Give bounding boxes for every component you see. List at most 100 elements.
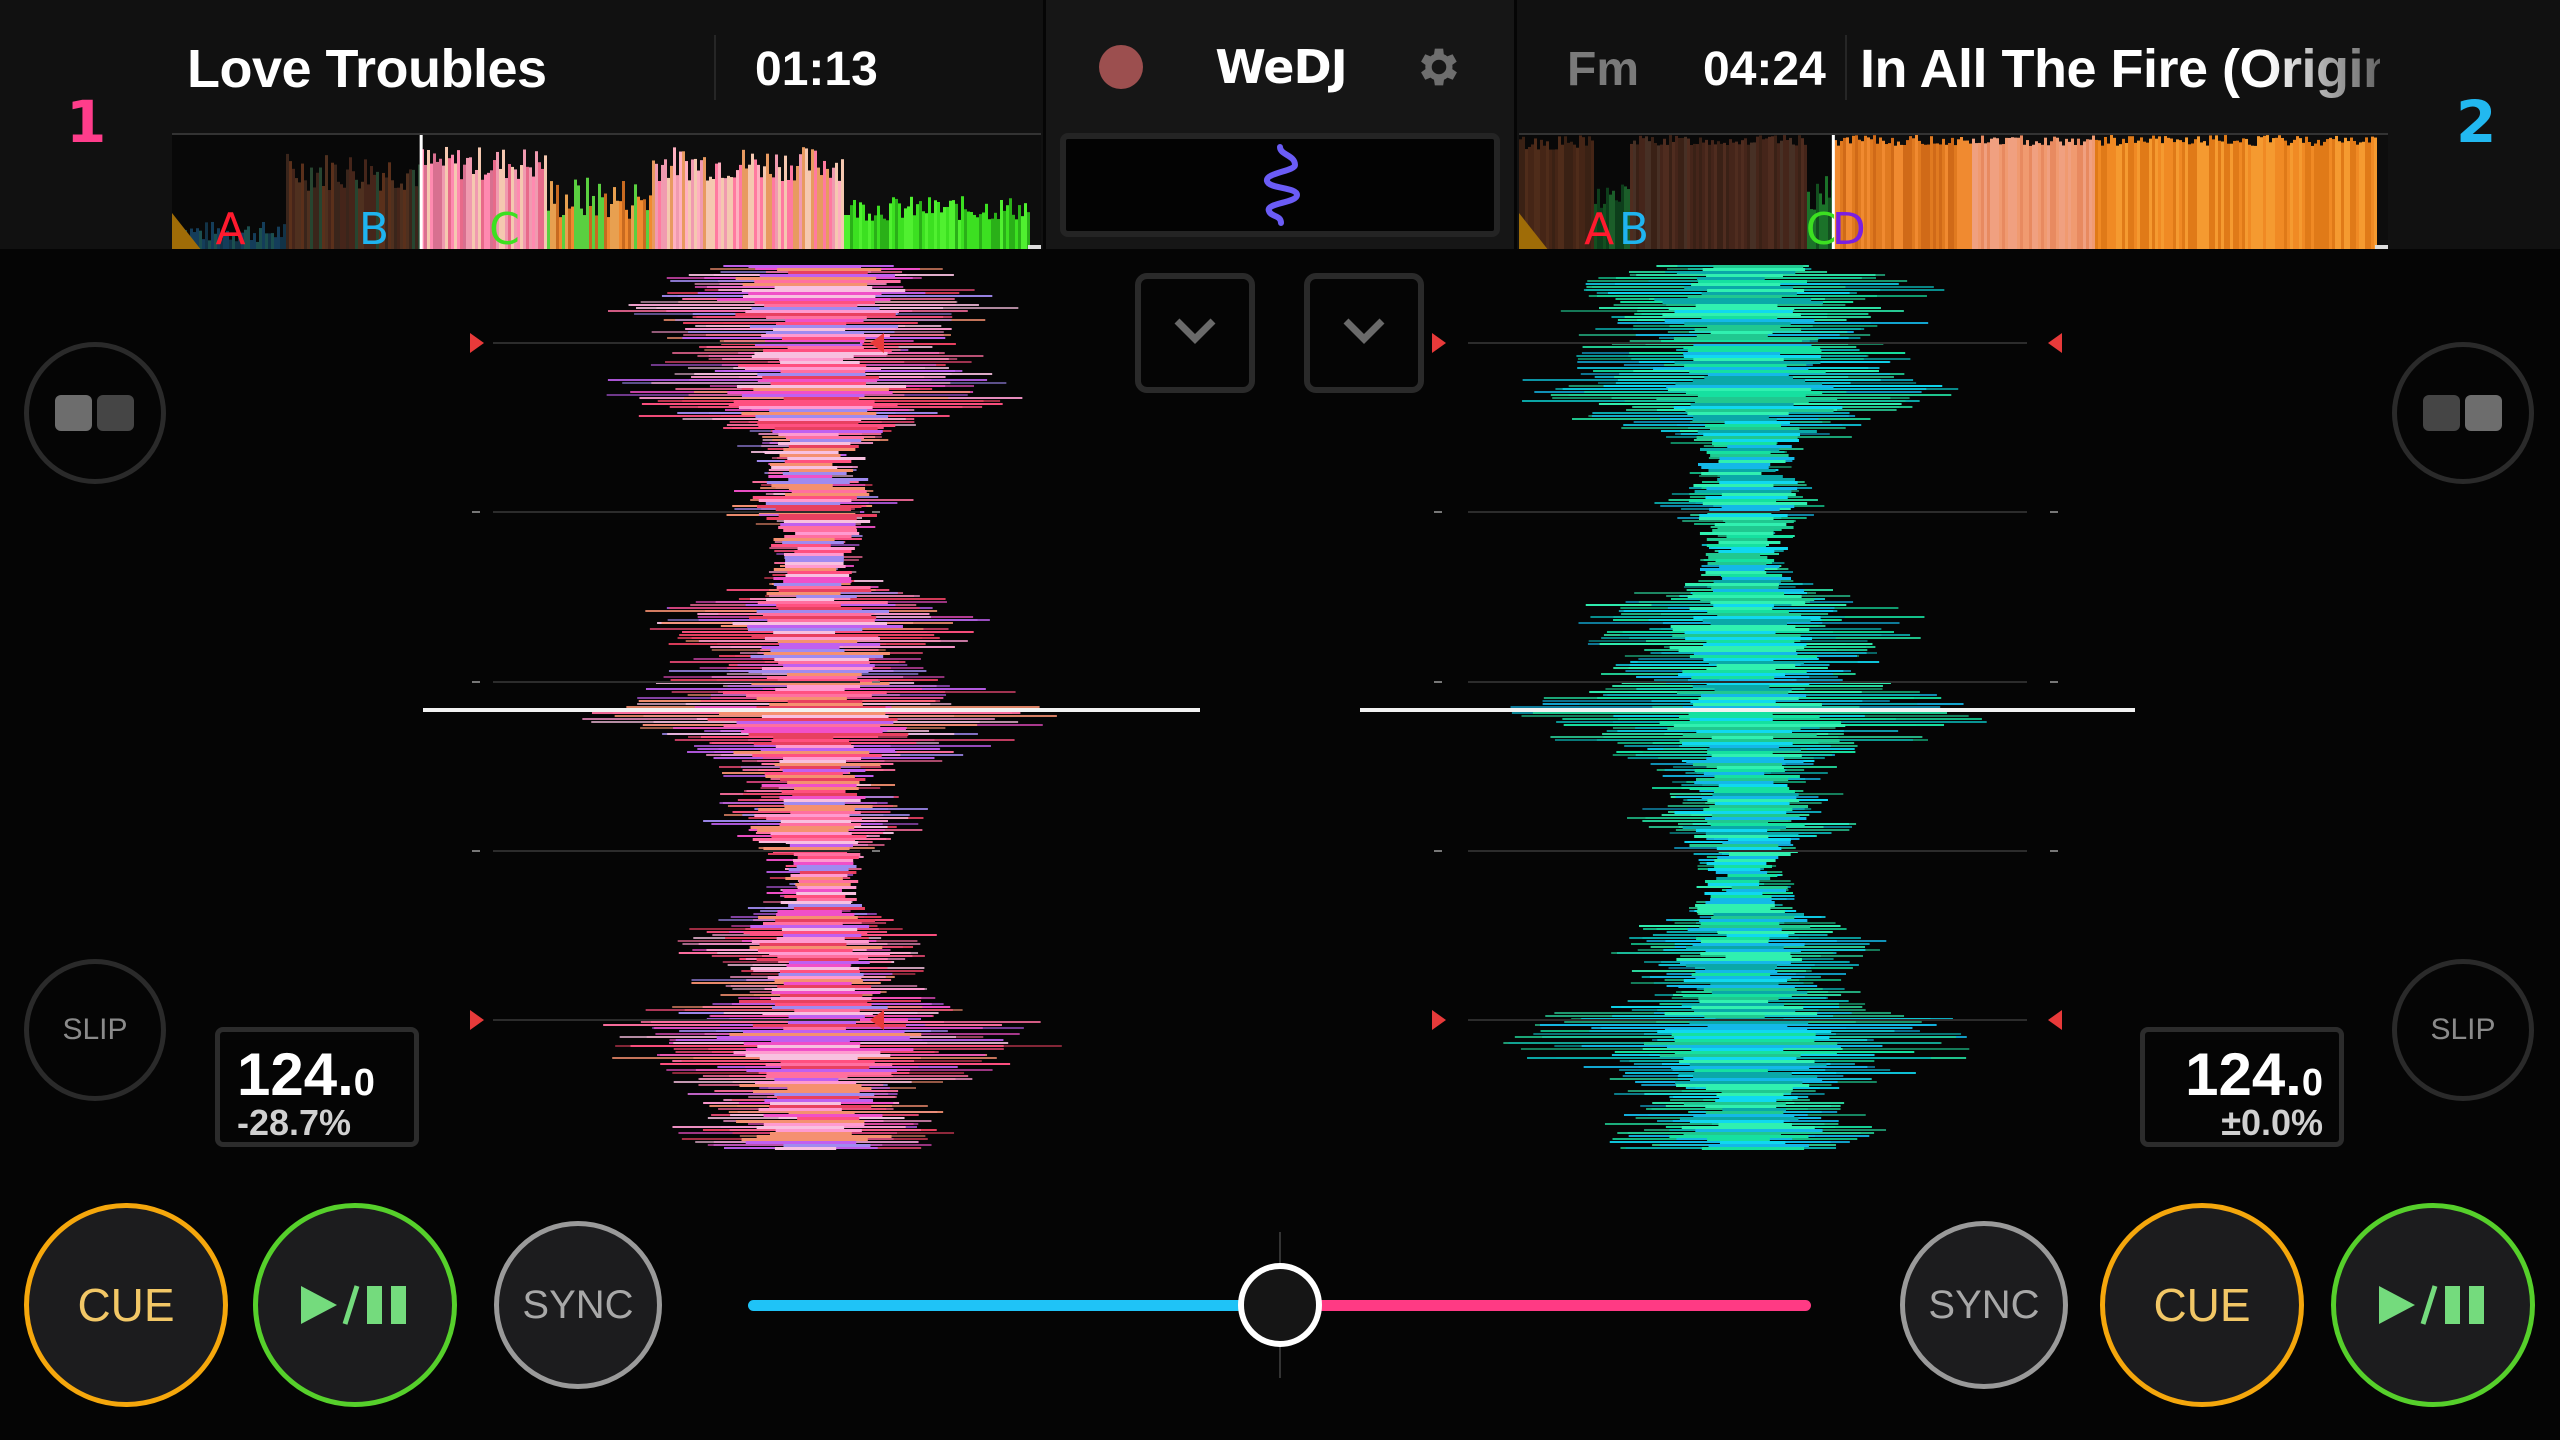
overview-bar (1996, 138, 1999, 249)
overview-bar (730, 177, 733, 249)
overview-bar (661, 164, 664, 249)
overview-bar (748, 164, 751, 249)
overview-bar (1957, 139, 1960, 249)
split-view-icon (55, 395, 134, 431)
overview-bar (652, 160, 655, 249)
overview-bar (790, 165, 793, 249)
deck-2-sync-button[interactable]: SYNC (1900, 1221, 2068, 1389)
waveform-core (1678, 673, 1786, 676)
record-button[interactable] (1099, 45, 1143, 89)
waveform-core (786, 436, 864, 439)
overview-bar (2131, 136, 2134, 249)
gear-icon[interactable] (1414, 42, 1464, 92)
deck-1-bpm-display[interactable]: 124.0 -28.7% (215, 1027, 419, 1147)
overview-bar (523, 149, 526, 249)
overview-bar (718, 162, 721, 249)
deck-2-view-toggle-button[interactable] (2392, 342, 2534, 484)
waveform-core (719, 712, 886, 715)
deck-1-slip-button[interactable]: SLIP (24, 959, 166, 1101)
overview-bar (2164, 136, 2167, 249)
overview-bar (1993, 137, 1996, 249)
waveform-core (757, 373, 866, 376)
deck-2-bpm-display[interactable]: 124.0 ±0.0% (2140, 1027, 2344, 1147)
waveform-core (782, 769, 866, 772)
app-logo: WeDJ (1215, 40, 1348, 94)
deck-2-bpm: 124.0 (2185, 1041, 2323, 1108)
waveform-core (1683, 1057, 1797, 1060)
waveform-core (773, 568, 837, 571)
waveform-core (1682, 742, 1793, 745)
overview-bar (667, 177, 670, 249)
hot-cue-a-marker[interactable]: A (1584, 204, 1614, 249)
deck-2-slip-button[interactable]: SLIP (2392, 959, 2534, 1101)
waveform-core (774, 763, 881, 766)
overview-bar (2233, 140, 2236, 249)
waveform-core (739, 1084, 862, 1087)
waveform-core (1702, 619, 1811, 622)
overview-bar (937, 201, 940, 249)
waveform-core (1699, 514, 1788, 517)
waveform-core (771, 1006, 888, 1009)
waveform-core (1703, 658, 1774, 661)
deck-1-cue-button[interactable]: CUE (24, 1203, 228, 1407)
end-marker (2374, 245, 2388, 249)
overview-bar (838, 180, 841, 249)
overview-bar (1900, 144, 1903, 249)
waveform-core (1653, 367, 1809, 370)
waveform-core (1707, 610, 1789, 613)
waveform-core (1711, 736, 1774, 739)
overview-bar (970, 211, 973, 249)
hot-cue-a-marker[interactable]: A (215, 204, 245, 249)
hot-cue-d-marker[interactable]: D (1832, 204, 1866, 249)
deck-1-overview-waveform[interactable]: A B C (172, 133, 1041, 249)
overview-bar (832, 167, 835, 249)
overview-bar (1003, 210, 1006, 249)
deck-2-cue-button[interactable]: CUE (2100, 1203, 2304, 1407)
overview-bar (814, 150, 817, 249)
overview-bar (955, 203, 958, 249)
beat-tick (2050, 681, 2058, 683)
overview-bar (2035, 141, 2038, 249)
overview-bar (2146, 142, 2149, 249)
waveform-core (770, 832, 852, 835)
waveform-core (747, 625, 903, 628)
waveform-core (1693, 703, 1822, 706)
deck-1-sync-button[interactable]: SYNC (494, 1221, 662, 1389)
overview-bar (961, 196, 964, 249)
overview-bar (649, 195, 652, 249)
overview-bar (2326, 139, 2329, 249)
waveform-core (1717, 613, 1802, 616)
waveform-core (1725, 520, 1794, 523)
waveform-core (736, 721, 894, 724)
waveform-core (1710, 982, 1779, 985)
waveform-core (728, 403, 898, 406)
overview-bar (805, 148, 808, 249)
deck-1-view-toggle-button[interactable] (24, 342, 166, 484)
deck-1-zoom-button[interactable] (1135, 273, 1255, 393)
waveform-core (1699, 532, 1774, 535)
overview-bar (811, 149, 814, 249)
hot-cue-b-marker[interactable]: B (1619, 204, 1649, 249)
overview-bar (997, 219, 1000, 249)
waveform-core (1707, 1024, 1788, 1027)
deck-2-zoom-button[interactable] (1304, 273, 1424, 393)
deck-2-track-title[interactable]: In All The Fire (Original Mix) (1860, 38, 2380, 100)
waveform-core (1673, 406, 1843, 409)
waveform-core (773, 538, 835, 541)
deck-2-overview-waveform[interactable]: ABCD (1519, 133, 2388, 249)
hot-cue-b-marker[interactable]: B (359, 204, 389, 249)
waveform-core (775, 1129, 862, 1132)
deck-1-track-title[interactable]: Love Troubles (187, 38, 687, 100)
waveform-core (1717, 526, 1794, 529)
overview-bar (2194, 139, 2197, 249)
deck-2-play-pause-button[interactable] (2331, 1203, 2535, 1407)
hot-cue-c-marker[interactable]: C (489, 204, 520, 249)
crossfader-knob[interactable] (1237, 1263, 1322, 1347)
waveform-core (1672, 628, 1810, 631)
deck-1-play-pause-button[interactable] (253, 1203, 457, 1407)
waveform-core (779, 358, 843, 361)
fx-pad-button[interactable] (1060, 133, 1500, 237)
crossfader[interactable] (748, 1232, 1811, 1378)
overview-bar (2140, 137, 2143, 249)
waveform-core (759, 943, 847, 946)
